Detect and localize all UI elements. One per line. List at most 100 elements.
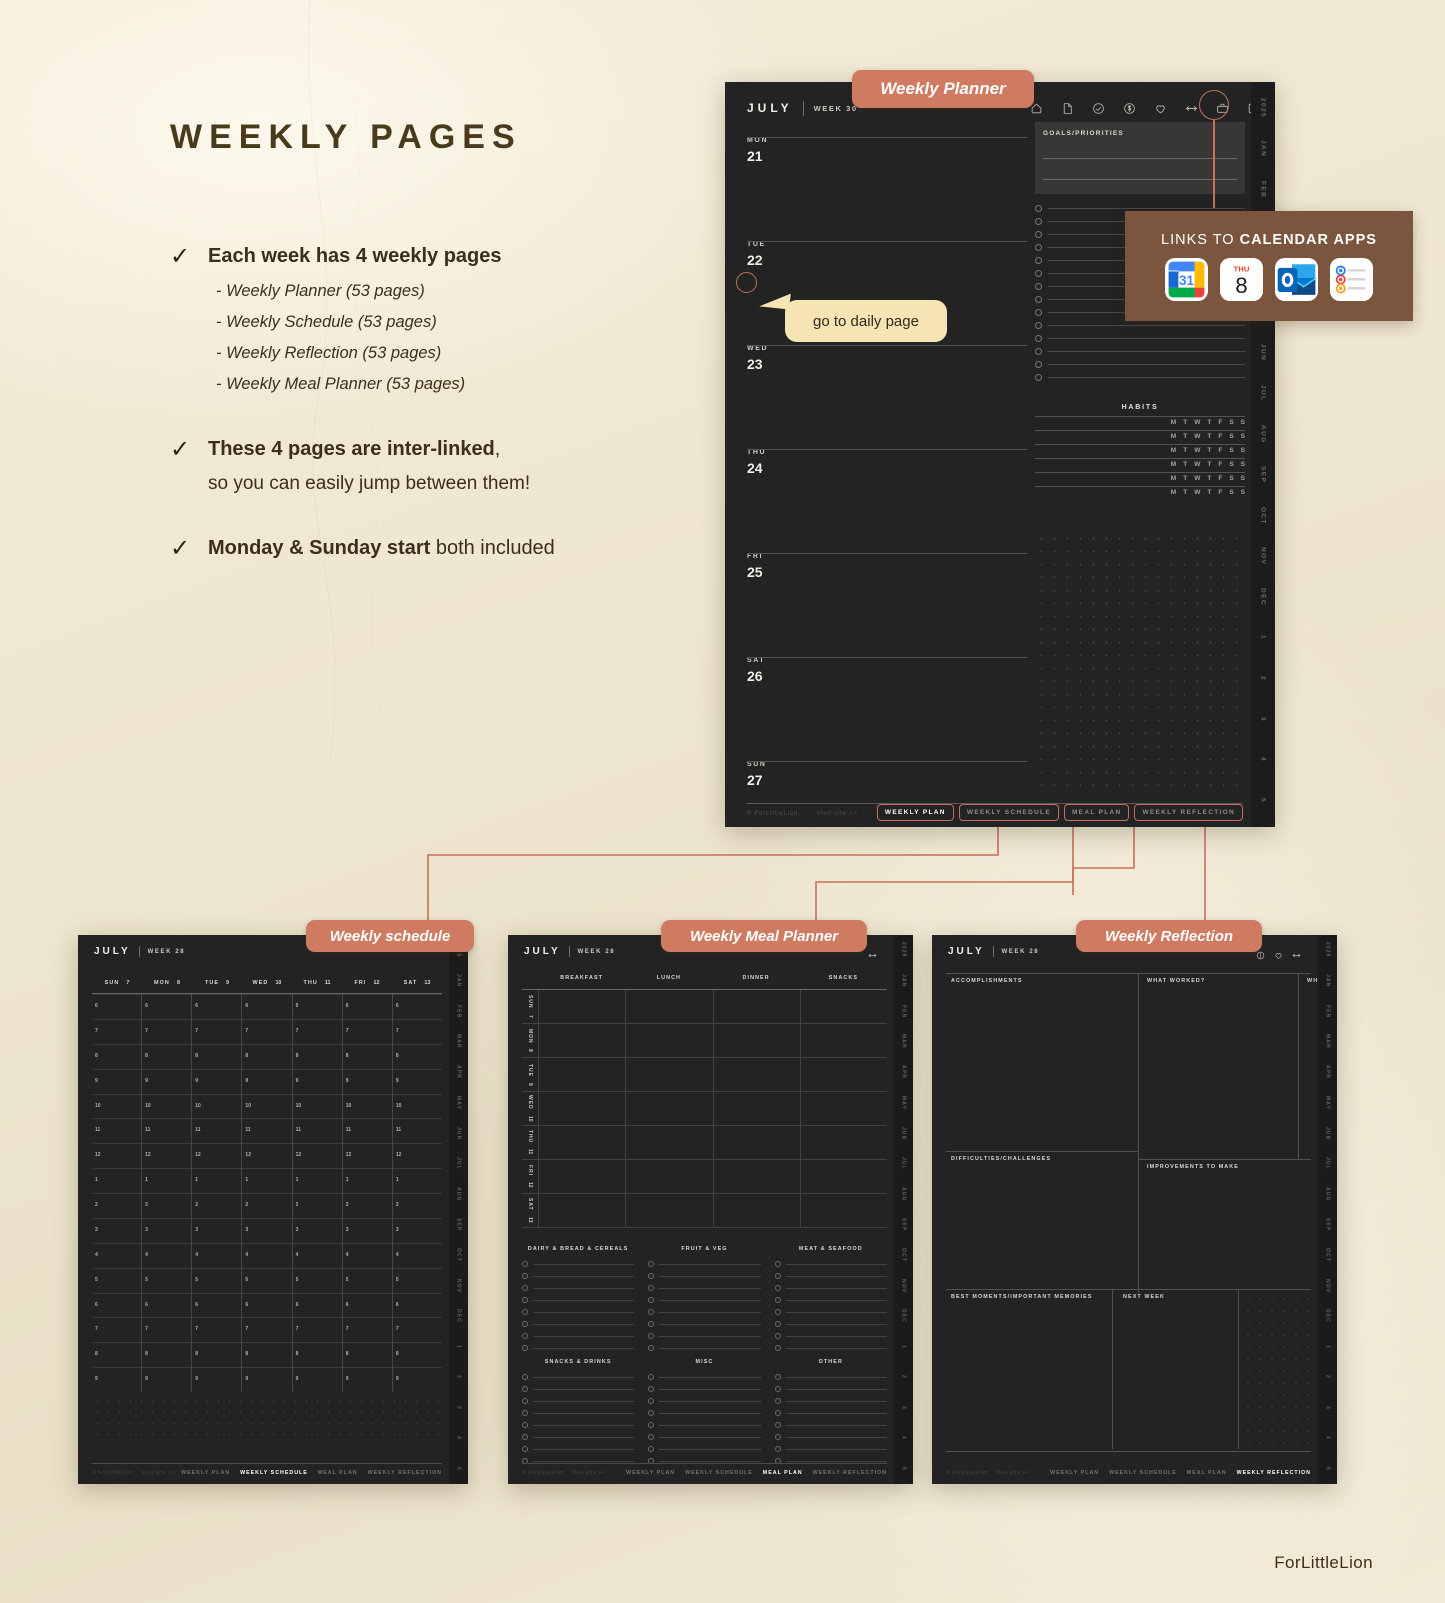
rail-item[interactable]: MAR [1325,1027,1331,1058]
habit-day[interactable]: T [1183,419,1187,426]
shopping-list-row[interactable] [774,1342,887,1354]
rail-item[interactable]: 5 [456,1454,462,1485]
habit-day[interactable]: F [1218,419,1222,426]
schedule-hour-cell[interactable]: 12 [192,1143,242,1168]
schedule-hour-cell[interactable]: 7 [92,1317,142,1342]
meal-day-row[interactable]: TUE 9 [522,1058,887,1092]
rail-item[interactable]: NOV [901,1271,907,1302]
checkbox-circle[interactable] [774,1333,781,1339]
schedule-hour-cell[interactable]: 4 [92,1242,142,1268]
check-circle-icon[interactable] [1091,101,1106,116]
rail-item[interactable]: 1 [901,1332,907,1363]
schedule-hour-cell[interactable]: 5 [142,1267,192,1293]
shopping-list-row[interactable] [648,1395,761,1407]
rail-item[interactable]: 2 [1325,1362,1331,1393]
meal-cell[interactable] [712,1092,800,1125]
schedule-hour-cell[interactable]: 5 [342,1267,392,1293]
schedule-hour-cell[interactable]: 1 [342,1168,392,1193]
meal-cell[interactable] [799,1160,887,1193]
shopping-list-row[interactable] [648,1270,761,1282]
checkbox-circle[interactable] [1035,283,1042,290]
checkbox-circle[interactable] [648,1333,655,1339]
habit-day[interactable]: S [1241,475,1245,482]
shopping-list-row[interactable] [522,1455,635,1467]
schedule-hour-cell[interactable]: 4 [142,1242,192,1268]
habit-day[interactable]: M [1171,419,1176,426]
checkbox-circle[interactable] [1035,218,1042,225]
rail-item[interactable]: 2025 [1325,935,1331,966]
schedule-hour-cell[interactable]: 11 [92,1118,142,1143]
habit-day[interactable]: T [1207,419,1211,426]
habit-day[interactable]: S [1241,489,1245,496]
schedule-hour-cell[interactable]: 3 [92,1217,142,1243]
checkbox-circle[interactable] [648,1297,655,1303]
shopping-list-row[interactable] [774,1407,887,1419]
shopping-list-column[interactable]: SNACKS & DRINKS [522,1354,635,1467]
schedule-hour-cell[interactable]: 12 [142,1143,192,1168]
weekly-reflection-nav-tabs[interactable]: WEEKLY PLAN WEEKLY SCHEDULE MEAL PLAN WE… [1050,1470,1311,1476]
checkbox-circle[interactable] [522,1398,528,1404]
schedule-hour-cell[interactable]: 11 [142,1118,192,1143]
rail-item[interactable]: JAN [456,966,462,997]
shopping-list-row[interactable] [648,1419,761,1431]
checkbox-circle[interactable] [1035,361,1042,368]
checkbox-circle[interactable] [522,1333,528,1339]
rail-item[interactable]: 1 [1325,1332,1331,1363]
habit-day[interactable]: T [1207,433,1211,440]
meal-day-row[interactable]: THU 11 [522,1126,887,1160]
rail-item[interactable]: 2 [901,1362,907,1393]
schedule-hour-cell[interactable]: 8 [392,1043,442,1069]
shopping-list-row[interactable] [774,1294,887,1306]
rail-item[interactable]: JUN [456,1118,462,1149]
checkbox-circle[interactable] [522,1446,528,1452]
schedule-hour-cell[interactable]: 3 [192,1217,242,1243]
schedule-hour-cell[interactable]: 8 [92,1043,142,1069]
rail-item[interactable]: AUG [456,1179,462,1210]
rail-item[interactable]: SEP [901,1210,907,1241]
schedule-hour-cell[interactable]: 4 [242,1242,292,1268]
meal-cell[interactable] [625,1024,712,1057]
habit-day[interactable]: W [1194,419,1200,426]
habit-row[interactable]: MTWTFSS [1035,458,1245,472]
shopping-list-row[interactable] [648,1318,761,1330]
schedule-hour-cell[interactable]: 9 [392,1367,442,1392]
checklist-row[interactable] [1035,345,1245,358]
rail-item[interactable]: APR [1325,1057,1331,1088]
checkbox-circle[interactable] [774,1410,781,1416]
rail-item[interactable]: 4 [901,1423,907,1454]
meal-cell[interactable] [538,1194,625,1227]
schedule-hour-cell[interactable]: 6 [242,994,292,1019]
month-rail[interactable]: 2025JANFEBMARAPRMAYJUNJULAUGSEPOCTNOVDEC… [894,935,913,1484]
weekly-schedule-grid[interactable]: SUN 7 MON 8 TUE 9 WED 10 THU 11 FRI 12 SAT 13 6 7 8 9 10 1… [92,975,442,1454]
habit-day[interactable]: M [1171,461,1176,468]
rail-item[interactable]: JUL [901,1149,907,1180]
day-number[interactable]: 26 [747,668,1027,684]
rail-item[interactable]: DEC [1260,577,1267,618]
habit-row[interactable]: MTWTFSS [1035,416,1245,430]
rail-item[interactable]: MAY [456,1088,462,1119]
schedule-day-header[interactable]: FRI 12 [342,975,392,991]
shopping-list-row[interactable] [522,1282,635,1294]
habit-day[interactable]: S [1241,461,1245,468]
schedule-hour-cell[interactable]: 9 [292,1068,342,1094]
checkbox-circle[interactable] [648,1345,655,1351]
checkbox-circle[interactable] [774,1285,781,1291]
schedule-hour-cell[interactable]: 4 [192,1242,242,1268]
nav-tab-weekly-schedule[interactable]: WEEKLY SCHEDULE [1109,1470,1177,1476]
visit-site-link[interactable]: Visit site >> [996,1470,1030,1476]
schedule-hour-cell[interactable]: 10 [242,1093,292,1119]
nav-tab-weekly-plan[interactable]: WEEKLY PLAN [876,804,954,821]
checkbox-circle[interactable] [648,1422,655,1428]
schedule-hour-cell[interactable]: 8 [392,1342,442,1367]
shopping-list-column[interactable]: DAIRY & BREAD & CEREALS [522,1241,635,1354]
schedule-hour-cell[interactable]: 9 [142,1068,192,1094]
schedule-hour-cell[interactable]: 7 [342,1317,392,1342]
checkbox-circle[interactable] [774,1434,781,1440]
checkbox-circle[interactable] [774,1261,781,1267]
rail-item[interactable]: SEP [1260,454,1267,495]
meal-cell[interactable] [625,1126,712,1159]
weekly-schedule-page[interactable]: JULY WEEK 28 SUN 7 MON 8 TUE 9 WED 10 THU 11 FRI 12… [78,935,468,1484]
checkbox-circle[interactable] [774,1446,781,1452]
shopping-list-row[interactable] [522,1294,635,1306]
checkbox-circle[interactable] [774,1273,781,1279]
